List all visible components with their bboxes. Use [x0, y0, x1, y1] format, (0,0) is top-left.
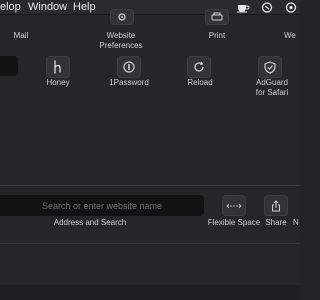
flexible-space-label: Flexible Space: [207, 218, 261, 227]
honey-label: Honey: [46, 78, 70, 87]
reload-item[interactable]: [187, 56, 211, 78]
menu-develop[interactable]: elop: [0, 1, 21, 13]
honey-item[interactable]: [46, 56, 70, 78]
menu-help[interactable]: Help: [73, 1, 96, 13]
honey-icon: [54, 60, 61, 74]
customize-toolbar-sheet: Mail Website Preferences Print We Honey …: [0, 9, 300, 300]
share-icon: [272, 199, 280, 211]
address-search-label: Address and Search: [53, 218, 127, 227]
print-label: Print: [208, 31, 226, 40]
bottom-bar: [0, 285, 300, 300]
share-item[interactable]: [264, 195, 288, 216]
onepassword-label: 1Password: [109, 78, 149, 87]
section-divider: [0, 185, 300, 186]
address-search-field[interactable]: Search or enter website name: [0, 195, 204, 216]
menu-window[interactable]: Window: [28, 1, 67, 13]
status-circle-icon[interactable]: [260, 2, 274, 13]
adguard-item[interactable]: [258, 56, 282, 78]
adguard-shield-icon: [264, 60, 276, 74]
website-preferences-label: Website Preferences: [99, 31, 143, 50]
partial-field: [0, 56, 18, 76]
share-label: Share: [265, 218, 287, 227]
onepassword-item[interactable]: [117, 56, 141, 78]
gear-icon: [118, 13, 126, 21]
lower-divider: [0, 243, 300, 244]
reload-label: Reload: [187, 78, 213, 87]
menu-bar: elop Window Help: [0, 0, 300, 15]
flexible-space-item[interactable]: [222, 195, 246, 216]
teacup-icon[interactable]: [236, 2, 250, 13]
onepassword-icon: [123, 61, 135, 73]
search-placeholder: Search or enter website name: [41, 200, 163, 211]
flexible-space-icon: [226, 203, 242, 208]
print-item[interactable]: [205, 9, 229, 25]
next-label: N: [293, 218, 299, 227]
mail-label: Mail: [13, 31, 29, 40]
reload-icon: [194, 61, 204, 72]
website-preferences-item[interactable]: [110, 9, 134, 25]
status-ring-icon[interactable]: [284, 2, 298, 13]
web-label: We: [284, 31, 296, 40]
adguard-label: AdGuard for Safari: [255, 78, 289, 97]
printer-icon: [211, 12, 223, 21]
